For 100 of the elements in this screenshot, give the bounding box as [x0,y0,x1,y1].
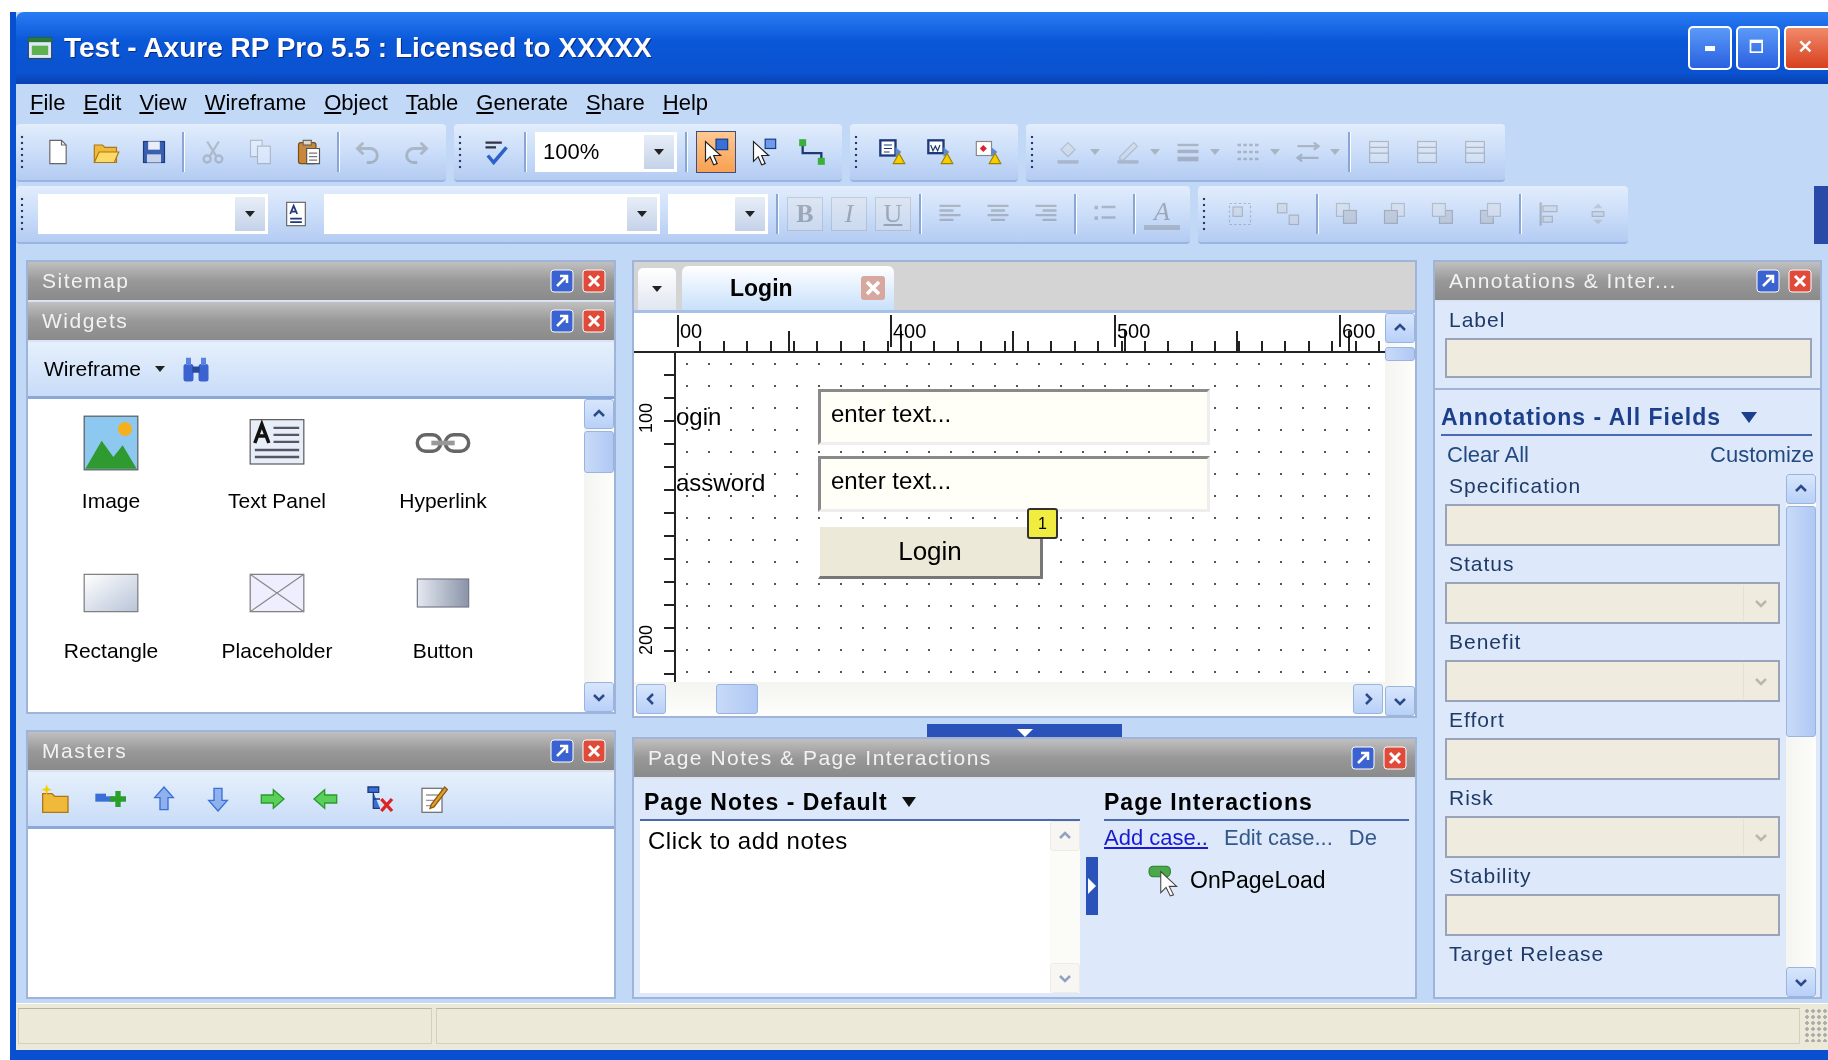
toolbar-grip[interactable] [1202,196,1206,232]
label-field[interactable] [1445,338,1812,378]
float-icon[interactable] [550,309,574,333]
scrollbar[interactable] [584,399,614,712]
widget-item[interactable]: Hyperlink [360,411,526,561]
link[interactable]: Clear All [1447,442,1529,468]
scroll-right-button[interactable] [1353,684,1383,714]
widget-item[interactable]: Image [28,411,194,561]
close-icon[interactable] [582,269,606,293]
dropdown-field[interactable] [38,194,268,234]
close-icon[interactable] [860,275,886,301]
minimize-button[interactable] [1688,26,1732,70]
toolbar-grip[interactable] [458,134,462,170]
menu-item[interactable]: Share [578,88,655,118]
menu-item[interactable]: Edit [75,88,132,118]
scroll-thumb[interactable] [1385,347,1415,361]
scroll-down-button[interactable] [1786,967,1816,997]
toolbar-grip[interactable] [854,134,858,170]
menu-item[interactable]: File [22,88,76,118]
text-field[interactable] [1445,504,1780,546]
link[interactable]: Edit case... [1223,825,1333,851]
scroll-down-button[interactable] [1385,686,1415,716]
clipboard-icon [295,138,323,166]
caret-icon[interactable] [654,149,664,155]
close-icon[interactable] [582,739,606,763]
dropdown-field[interactable] [1445,816,1780,858]
scrollbar[interactable] [1786,474,1816,997]
widget-item[interactable]: Text Panel [194,411,360,561]
link[interactable]: De [1348,825,1377,851]
scroll-up-button[interactable] [1385,313,1415,343]
field-label: Benefit [1448,630,1523,654]
caret-icon[interactable] [745,211,755,217]
label-widget[interactable]: assword [676,469,766,497]
library-dropdown[interactable]: Wireframe [44,357,165,381]
caret-icon[interactable] [901,797,916,807]
caret-icon[interactable] [652,286,662,292]
toolbar-grip[interactable] [20,134,24,170]
scroll-up-button[interactable] [1786,474,1816,504]
menu-item[interactable]: Generate [468,88,579,118]
down-triangle-icon [1016,729,1033,737]
dropdown-field[interactable] [324,194,660,234]
menu-item[interactable]: View [131,88,197,118]
scroll-down-button[interactable] [584,682,614,712]
field-label: Target Release [1448,942,1606,966]
close-icon[interactable] [1788,269,1812,293]
notes-prompt: Click to add notes [648,827,848,854]
new-folder-icon[interactable] [40,783,72,815]
dropdown-field[interactable] [668,194,768,234]
text-field[interactable] [1445,738,1780,780]
menu-item[interactable]: Table [397,88,469,118]
page-tab[interactable]: Login [682,266,894,310]
section-heading[interactable]: Annotations - All Fields [1441,400,1812,436]
widget-item[interactable]: Button [360,561,526,711]
text-field-widget[interactable]: enter text... [818,456,1210,512]
menu-item[interactable]: Object [316,88,398,118]
dropdown-field[interactable] [1445,582,1780,624]
splitter-handle[interactable] [1086,857,1098,915]
caret-icon[interactable] [245,211,255,217]
link[interactable]: Add case.. [1104,825,1208,851]
ruler-label: 200 [636,624,656,655]
scroll-thumb[interactable] [1786,506,1816,737]
caret-icon[interactable] [637,211,647,217]
close-icon[interactable] [1383,746,1407,770]
float-icon[interactable] [550,739,574,763]
label-widget[interactable]: ogin [676,403,722,431]
float-icon[interactable] [550,269,574,293]
dropdown-field[interactable] [1445,660,1780,702]
splitter-handle[interactable] [927,724,1122,737]
menu-item[interactable]: Wireframe [196,88,317,118]
dropdown-field[interactable]: 100% [535,132,677,172]
edit-note-icon[interactable] [418,783,450,815]
widget-item[interactable]: Placeholder [194,561,360,711]
section-heading: Page Interactions [1104,785,1409,821]
toolbar-button[interactable] [696,131,736,173]
event-item[interactable]: OnPageLoad [1104,863,1409,897]
scroll-up-button[interactable] [584,399,614,429]
right-triangle-icon [1088,878,1096,894]
delete-tree-icon[interactable] [364,783,396,815]
scrollbar[interactable] [1385,313,1415,716]
close-button[interactable] [1784,26,1828,70]
close-icon[interactable] [582,309,606,333]
scroll-left-button[interactable] [636,684,666,714]
toolbar-grip[interactable] [20,196,24,232]
float-icon[interactable] [1756,269,1780,293]
annotation-badge[interactable]: 1 [1027,508,1058,539]
caret-icon[interactable] [154,366,165,372]
pointer-icon [702,138,730,166]
text-field-widget[interactable]: enter text... [818,389,1210,445]
link[interactable]: Customize [1710,442,1814,468]
menu-item[interactable]: Help [654,88,719,118]
scroll-thumb[interactable] [584,431,614,473]
text-field[interactable] [1445,894,1780,936]
float-icon[interactable] [1351,746,1375,770]
caret-icon[interactable] [1741,411,1757,423]
toolbar-grip[interactable] [1030,134,1034,170]
resize-grip[interactable] [1804,1008,1828,1042]
scroll-thumb[interactable] [716,684,758,714]
widget-item[interactable]: Rectangle [28,561,194,711]
maximize-button[interactable] [1736,26,1780,70]
scrollbar[interactable] [634,682,1385,716]
